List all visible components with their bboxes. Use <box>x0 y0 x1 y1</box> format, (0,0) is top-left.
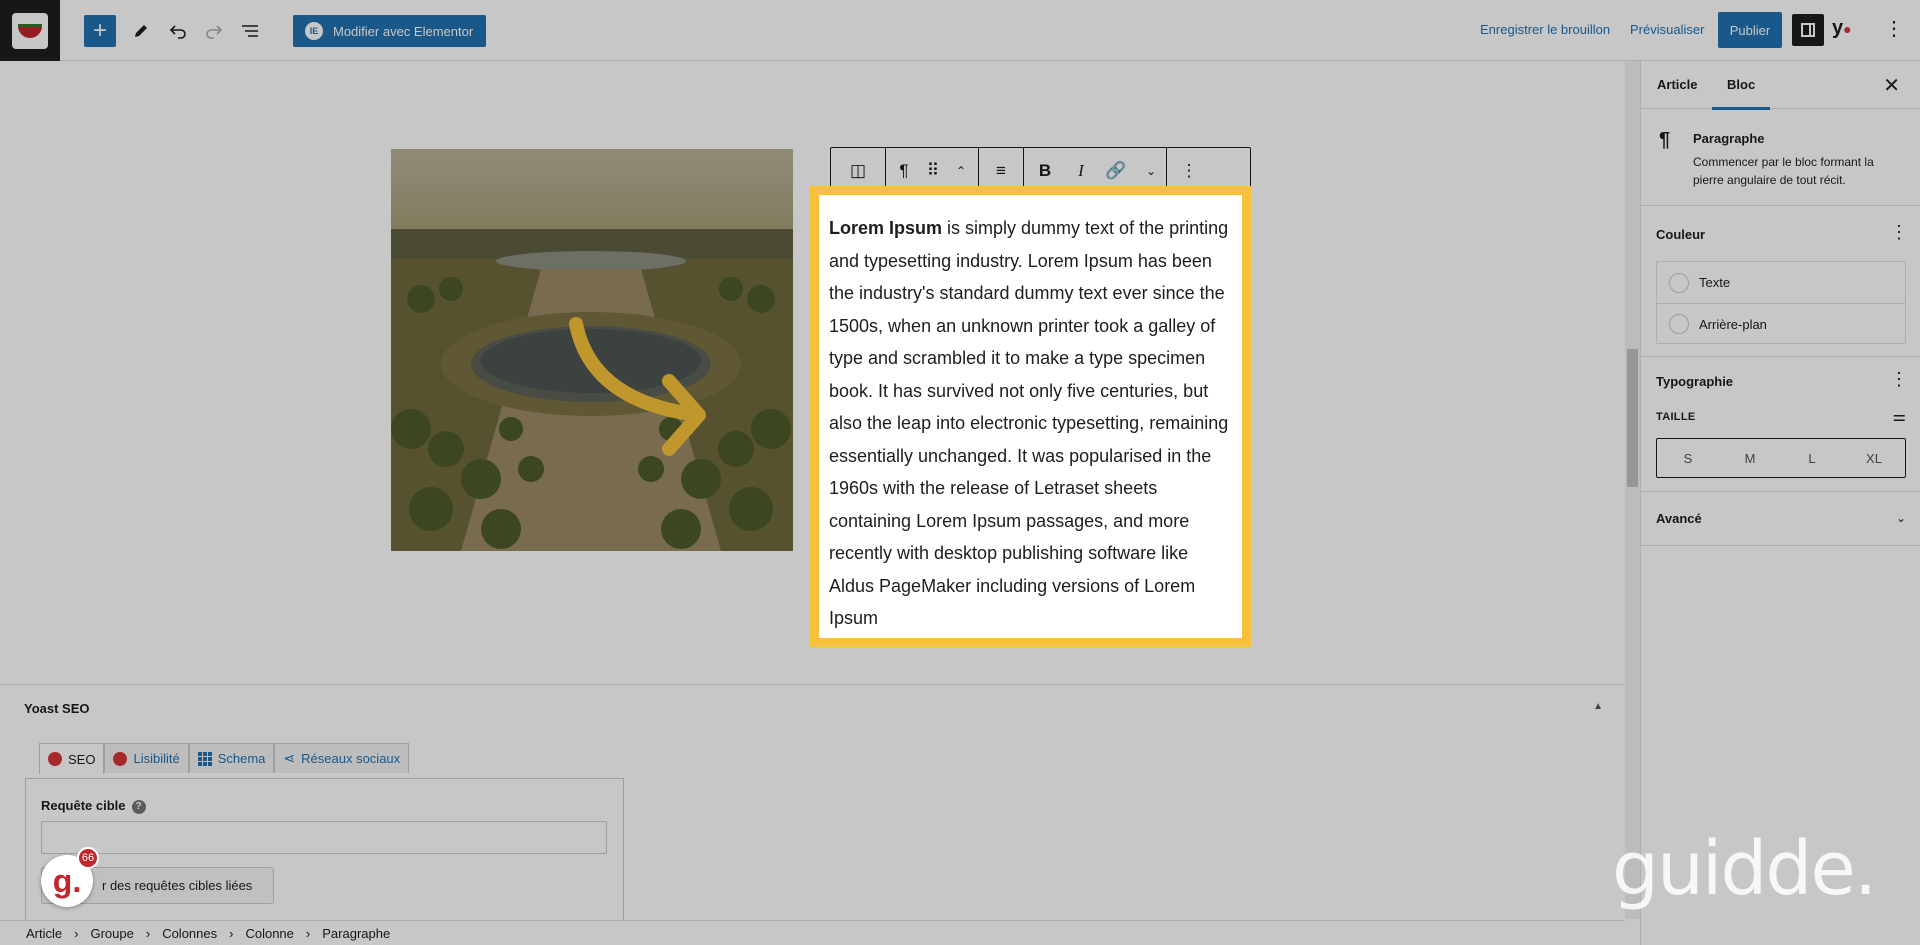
garden-photo <box>391 149 793 551</box>
advanced-panel[interactable]: Avancé ⌄ <box>1641 492 1920 546</box>
sad-face-icon <box>48 752 62 766</box>
top-toolbar: + IE Modifier avec Elementor Enregistrer… <box>0 0 1920 61</box>
color-text-option[interactable]: Texte <box>1657 262 1905 303</box>
font-size-picker: S M L XL <box>1656 438 1906 478</box>
swatch-icon <box>1669 272 1689 293</box>
plus-icon: + <box>92 17 107 44</box>
focus-keyphrase-input[interactable] <box>41 821 607 854</box>
undo-icon <box>169 25 186 39</box>
color-panel-title: Couleur <box>1656 227 1706 242</box>
tab-block[interactable]: Bloc <box>1711 77 1771 110</box>
yoast-tabs: SEO Lisibilité Schema ⋖ Réseaux sociaux <box>39 743 410 774</box>
size-s-option[interactable]: S <box>1657 439 1719 477</box>
yoast-title[interactable]: Yoast SEO <box>24 701 90 716</box>
breadcrumb-column[interactable]: Colonne <box>245 926 293 941</box>
document-overview-button[interactable] <box>234 15 266 47</box>
focus-keyphrase-label: Requête cible? <box>41 798 146 814</box>
yoast-toolbar-button[interactable]: y● <box>1832 17 1852 40</box>
settings-toggle-button[interactable] <box>1792 14 1824 46</box>
breadcrumb-group[interactable]: Groupe <box>90 926 133 941</box>
sidebar-icon <box>1801 23 1815 37</box>
chevron-up-icon: ⌃ <box>955 164 967 178</box>
pencil-icon <box>135 25 147 37</box>
pilcrow-icon: ¶ <box>1659 129 1671 151</box>
tab-schema[interactable]: Schema <box>188 743 275 773</box>
block-card: ¶ Paragraphe Commencer par le bloc forma… <box>1641 109 1920 206</box>
site-icon-button[interactable] <box>0 0 60 61</box>
advanced-panel-title: Avancé <box>1656 511 1702 526</box>
elementor-icon: IE <box>305 22 323 40</box>
scroll-thumb[interactable] <box>1627 349 1638 487</box>
block-card-description: Commencer par le bloc formant la pierre … <box>1693 155 1874 187</box>
save-draft-button[interactable]: Enregistrer le brouillon <box>1480 22 1610 37</box>
color-background-option[interactable]: Arrière-plan <box>1657 303 1905 344</box>
typography-panel-title: Typographie <box>1656 374 1734 389</box>
grid-icon <box>197 751 212 766</box>
garden-image[interactable] <box>391 149 793 551</box>
typography-options-icon[interactable]: ⋮ <box>1890 369 1908 390</box>
sad-face-icon <box>113 751 128 766</box>
seo-panel: Requête cible? r des requêtes cibles lié… <box>25 778 624 921</box>
color-panel: Couleur ⋮ Texte Arrière-plan <box>1641 206 1920 357</box>
site-logo <box>12 12 48 49</box>
edit-with-elementor-button[interactable]: IE Modifier avec Elementor <box>293 15 486 47</box>
paragraph-bold-text: Lorem Ipsum <box>829 218 943 238</box>
swatch-icon <box>1669 314 1689 334</box>
breadcrumb-paragraph[interactable]: Paragraphe <box>322 926 390 941</box>
tab-seo[interactable]: SEO <box>39 743 105 774</box>
custom-size-icon[interactable]: ⚌ <box>1893 407 1906 425</box>
tab-social[interactable]: ⋖ Réseaux sociaux <box>274 743 410 773</box>
undo-button[interactable] <box>162 15 194 47</box>
size-l-option[interactable]: L <box>1781 439 1843 477</box>
breadcrumb-columns[interactable]: Colonnes <box>162 926 217 941</box>
preview-button[interactable]: Prévisualiser <box>1630 22 1704 37</box>
size-m-option[interactable]: M <box>1719 439 1781 477</box>
share-icon: ⋖ <box>283 750 296 766</box>
color-list: Texte Arrière-plan <box>1656 261 1906 344</box>
options-menu-icon[interactable]: ⋮ <box>1884 19 1904 39</box>
chevron-down-icon: ⌄ <box>1145 164 1157 178</box>
italic-icon: I <box>1078 161 1084 180</box>
publish-button[interactable]: Publier <box>1718 12 1782 48</box>
drag-icon: ⠿ <box>926 161 940 180</box>
tools-button[interactable] <box>125 15 157 47</box>
editor-scrollbar[interactable] <box>1625 61 1640 919</box>
paragraph-text: is simply dummy text of the printing and… <box>829 218 1229 628</box>
list-view-icon <box>242 25 258 37</box>
redo-button[interactable] <box>198 15 230 47</box>
breadcrumb-article[interactable]: Article <box>26 926 62 941</box>
guidde-count-badge: 66 <box>77 847 99 869</box>
link-icon: 🔗 <box>1105 161 1127 180</box>
elementor-button-label: Modifier avec Elementor <box>333 23 474 39</box>
settings-sidebar: Article Bloc ✕ ¶ Paragraphe Commencer pa… <box>1640 61 1920 945</box>
block-card-title: Paragraphe <box>1693 131 1765 146</box>
block-breadcrumb: Article › Groupe › Colonnes › Colonne › Para… <box>0 920 1625 945</box>
pilcrow-icon: ¶ <box>899 161 909 180</box>
guidde-watermark: guidde. <box>1612 826 1877 912</box>
block-inserter-button[interactable]: + <box>84 15 116 47</box>
tab-readability[interactable]: Lisibilité <box>104 743 189 773</box>
redo-icon <box>206 25 223 39</box>
help-icon[interactable]: ? <box>131 799 146 814</box>
collapse-icon[interactable]: ▲ <box>1593 701 1603 712</box>
tab-article[interactable]: Article <box>1657 77 1697 92</box>
columns-icon: ◫ <box>849 161 867 180</box>
paragraph-block[interactable]: Lorem Ipsum is simply dummy text of the … <box>810 186 1251 647</box>
typography-panel: Typographie ⋮ TAILLE ⚌ S M L XL <box>1641 357 1920 492</box>
size-label: TAILLE <box>1656 411 1696 423</box>
size-xl-option[interactable]: XL <box>1843 439 1905 477</box>
chevron-down-icon: ⌄ <box>1895 511 1906 525</box>
yoast-status-icon: ● <box>1843 21 1852 37</box>
kebab-icon: ⋮ <box>1180 161 1198 180</box>
close-icon[interactable]: ✕ <box>1883 73 1900 98</box>
color-options-icon[interactable]: ⋮ <box>1890 222 1908 243</box>
align-left-icon: ≡ <box>996 161 1006 180</box>
yoast-seo-metabox: Yoast SEO ▲ SEO Lisibilité Schema ⋖ Résea… <box>0 684 1625 921</box>
bold-icon: B <box>1038 161 1052 180</box>
